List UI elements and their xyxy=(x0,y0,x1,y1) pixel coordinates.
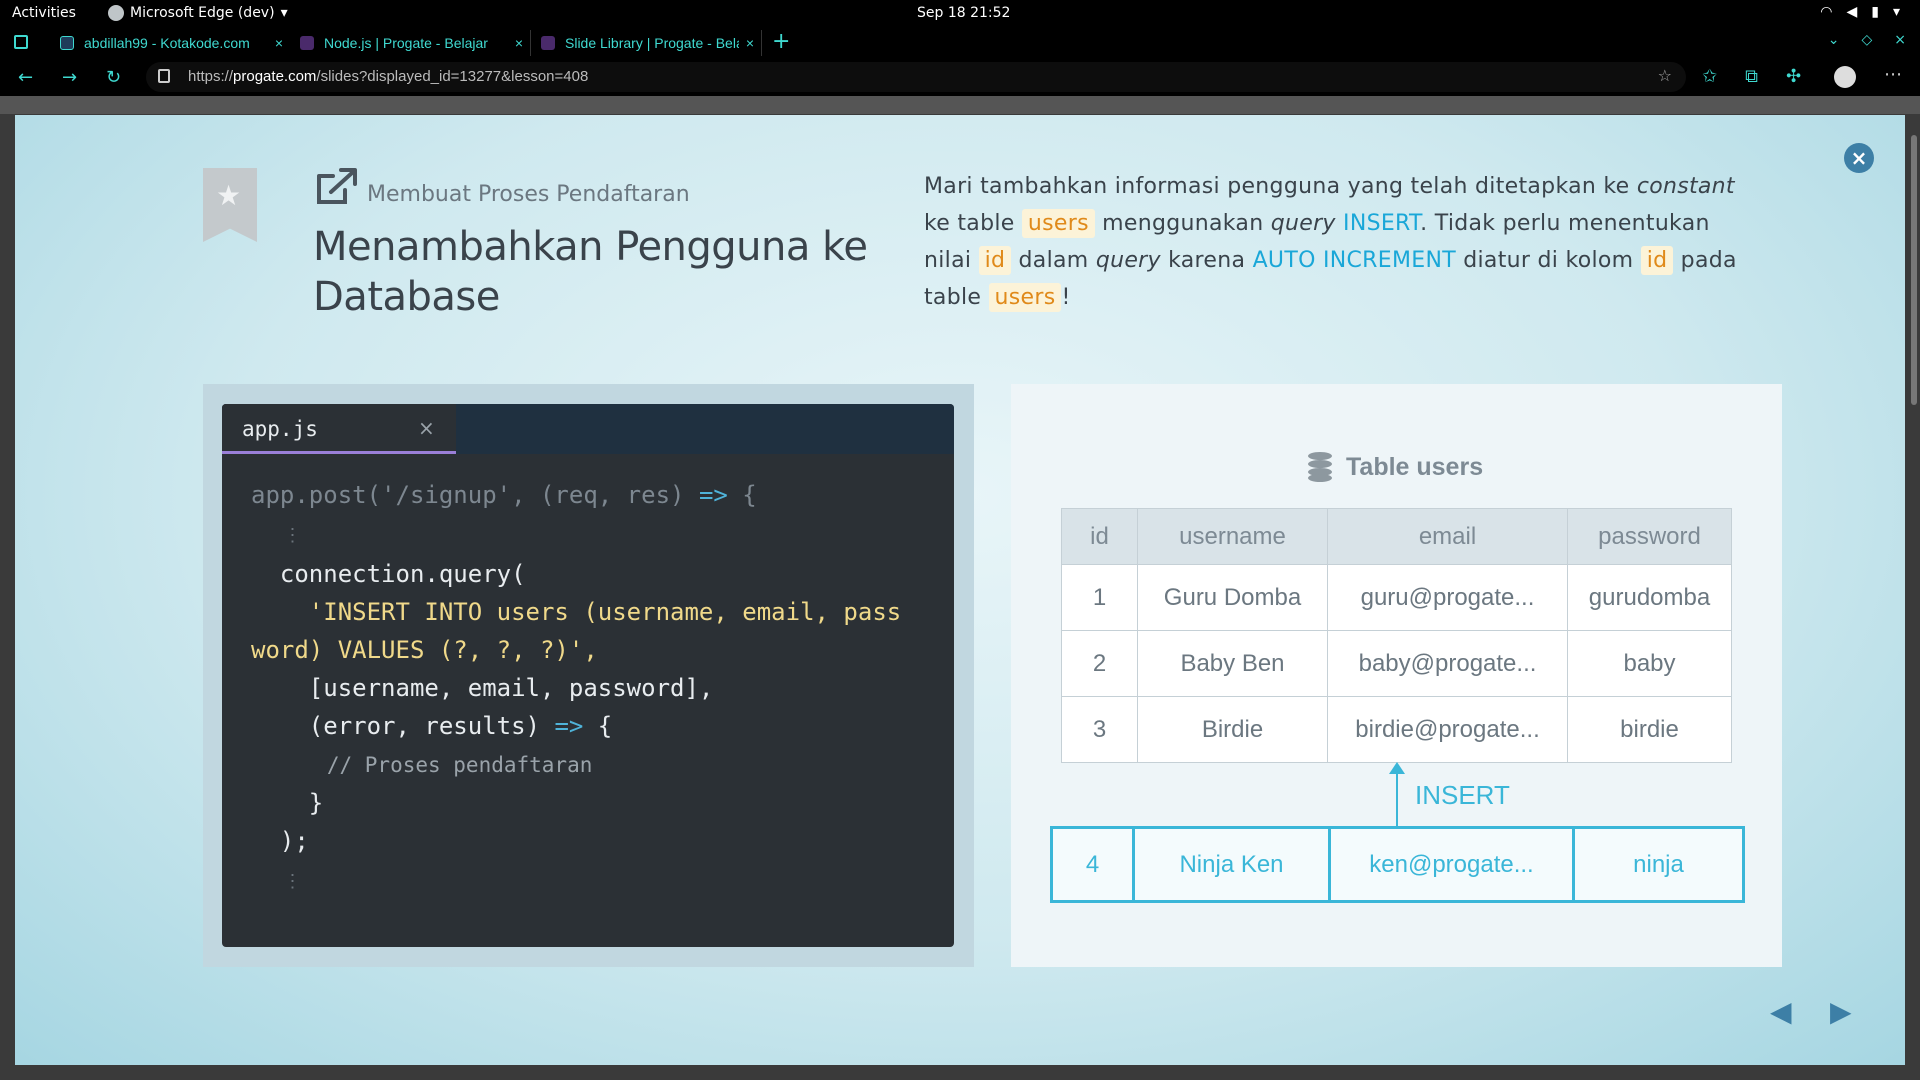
file-name: app.js xyxy=(242,417,318,441)
new-row: 4 Ninja Ken ken@progate... ninja xyxy=(1050,826,1745,903)
next-arrow-icon[interactable]: ▶ xyxy=(1830,995,1852,1028)
table-cell: birdie@progate... xyxy=(1327,696,1568,763)
table-cell: 3 xyxy=(1061,696,1138,763)
favicon-icon xyxy=(541,36,555,50)
favorites-icon[interactable]: ✩ xyxy=(1702,66,1717,87)
close-circle-icon[interactable]: × xyxy=(1844,143,1874,173)
star-icon: ★ xyxy=(216,179,242,212)
new-row-table: 4 Ninja Ken ken@progate... ninja xyxy=(1050,826,1745,903)
wifi-icon: ◠ xyxy=(1820,4,1833,20)
table-row: 1 Guru Domba guru@progate... gurudomba xyxy=(1061,564,1732,631)
url-text: https://progate.com/slides?displayed_id=… xyxy=(188,68,589,85)
column-header: username xyxy=(1137,508,1328,565)
table-cell: guru@progate... xyxy=(1327,564,1568,631)
favicon-icon xyxy=(300,36,314,50)
table-cell: Baby Ben xyxy=(1137,630,1328,697)
tab-bar: abdillah99 - Kotakode.com × Node.js | Pr… xyxy=(0,28,1920,58)
tab-kotakode[interactable]: abdillah99 - Kotakode.com × xyxy=(50,30,290,56)
table-title: Table users xyxy=(1308,452,1483,482)
insert-arrow-line xyxy=(1396,768,1398,826)
insert-label: INSERT xyxy=(1415,780,1510,810)
table-cell: gurudomba xyxy=(1567,564,1732,631)
close-icon[interactable]: × xyxy=(268,35,290,51)
url-field[interactable]: https://progate.com/slides?displayed_id=… xyxy=(146,62,1686,92)
clock[interactable]: Sep 18 21:52 xyxy=(917,5,1010,21)
forward-icon[interactable]: → xyxy=(62,67,77,88)
column-header: password xyxy=(1567,508,1732,565)
lock-icon[interactable] xyxy=(158,69,170,83)
arrow-up-icon xyxy=(1389,762,1405,774)
table-cell: baby xyxy=(1567,630,1732,697)
app-menu[interactable]: Microsoft Edge (dev) ▾ xyxy=(108,5,288,21)
table-row: 3 Birdie birdie@progate... birdie xyxy=(1061,696,1732,763)
tab-list-icon[interactable]: ⌄ xyxy=(1828,32,1840,48)
table-cell: 2 xyxy=(1061,630,1138,697)
reload-icon[interactable]: ↻ xyxy=(106,67,121,88)
table-cell: Birdie xyxy=(1137,696,1328,763)
table-cell: birdie xyxy=(1567,696,1732,763)
table-cell: ken@progate... xyxy=(1328,826,1575,903)
chevron-down-icon: ▾ xyxy=(280,5,288,21)
favicon-icon xyxy=(60,36,74,50)
column-header: id xyxy=(1061,508,1138,565)
tab-label: Slide Library | Progate - Belajar xyxy=(565,35,739,51)
tab-label: Node.js | Progate - Belajar xyxy=(324,35,488,51)
tab-slide-library[interactable]: Slide Library | Progate - Belajar × xyxy=(530,30,762,56)
close-window-icon[interactable]: × xyxy=(1894,32,1906,48)
table-row: 2 Baby Ben baby@progate... baby xyxy=(1061,630,1732,697)
close-icon[interactable]: × xyxy=(508,35,530,51)
table-cell: 4 xyxy=(1050,826,1135,903)
table-cell: Guru Domba xyxy=(1137,564,1328,631)
slide-heading: Menambahkan Pengguna ke Database xyxy=(313,224,868,320)
battery-icon: ▮ xyxy=(1871,4,1879,20)
app-menu-label: Microsoft Edge (dev) xyxy=(130,5,275,21)
code-block: app.post('/signup', (req, res) => { ⋮ co… xyxy=(251,481,902,892)
collections-icon[interactable]: ⧉ xyxy=(1745,66,1758,87)
scrollbar-thumb[interactable] xyxy=(1911,135,1917,405)
file-tab: app.js × xyxy=(222,404,456,454)
tab-bar-actions: ⌄ ◇ × xyxy=(1828,32,1906,48)
table-cell: ninja xyxy=(1572,826,1745,903)
toolbar-icons: ✩ ⧉ ✣ xyxy=(1702,66,1801,87)
extensions-icon[interactable]: ✣ xyxy=(1786,66,1801,87)
close-icon: × xyxy=(418,416,435,440)
users-table: id username email password 1 Guru Domba … xyxy=(1061,508,1732,763)
chevron-down-icon: ▾ xyxy=(1892,4,1900,20)
system-tray[interactable]: ◠ ◀ ▮ ▾ xyxy=(1820,4,1900,20)
scrollbar[interactable] xyxy=(1908,115,1920,1065)
new-tab-button[interactable]: + xyxy=(772,29,790,54)
profile-avatar[interactable] xyxy=(1834,66,1856,88)
close-icon[interactable]: × xyxy=(739,35,761,51)
edge-icon xyxy=(108,5,124,21)
slide-description: Mari tambahkan informasi pengguna yang t… xyxy=(924,174,1737,312)
tab-nodejs[interactable]: Node.js | Progate - Belajar × xyxy=(290,30,530,56)
table-header-row: id username email password xyxy=(1061,508,1732,565)
activities-button[interactable]: Activities xyxy=(12,5,76,21)
table-cell: Ninja Ken xyxy=(1132,826,1331,903)
external-link-icon xyxy=(317,168,357,204)
table-cell: 1 xyxy=(1061,564,1138,631)
back-icon[interactable]: ← xyxy=(18,67,33,88)
database-icon xyxy=(1308,452,1332,482)
add-favorite-icon[interactable]: ☆ xyxy=(1658,66,1672,85)
system-top-bar: Activities Microsoft Edge (dev) ▾ Sep 18… xyxy=(0,0,1920,28)
address-bar-row: ← → ↻ https://progate.com/slides?display… xyxy=(0,58,1920,96)
volume-icon: ◀ xyxy=(1846,4,1858,20)
more-menu-icon[interactable]: ⋯ xyxy=(1884,64,1902,85)
prev-arrow-icon[interactable]: ◀ xyxy=(1770,995,1792,1028)
tab-label: abdillah99 - Kotakode.com xyxy=(84,35,250,51)
table-cell: baby@progate... xyxy=(1327,630,1568,697)
workspaces-icon[interactable] xyxy=(14,35,28,49)
diamond-icon[interactable]: ◇ xyxy=(1861,32,1872,48)
slide-subheading: Membuat Proses Pendaftaran xyxy=(367,182,690,207)
code-editor: app.js × app.post('/signup', (req, res) … xyxy=(222,404,954,947)
column-header: email xyxy=(1327,508,1568,565)
